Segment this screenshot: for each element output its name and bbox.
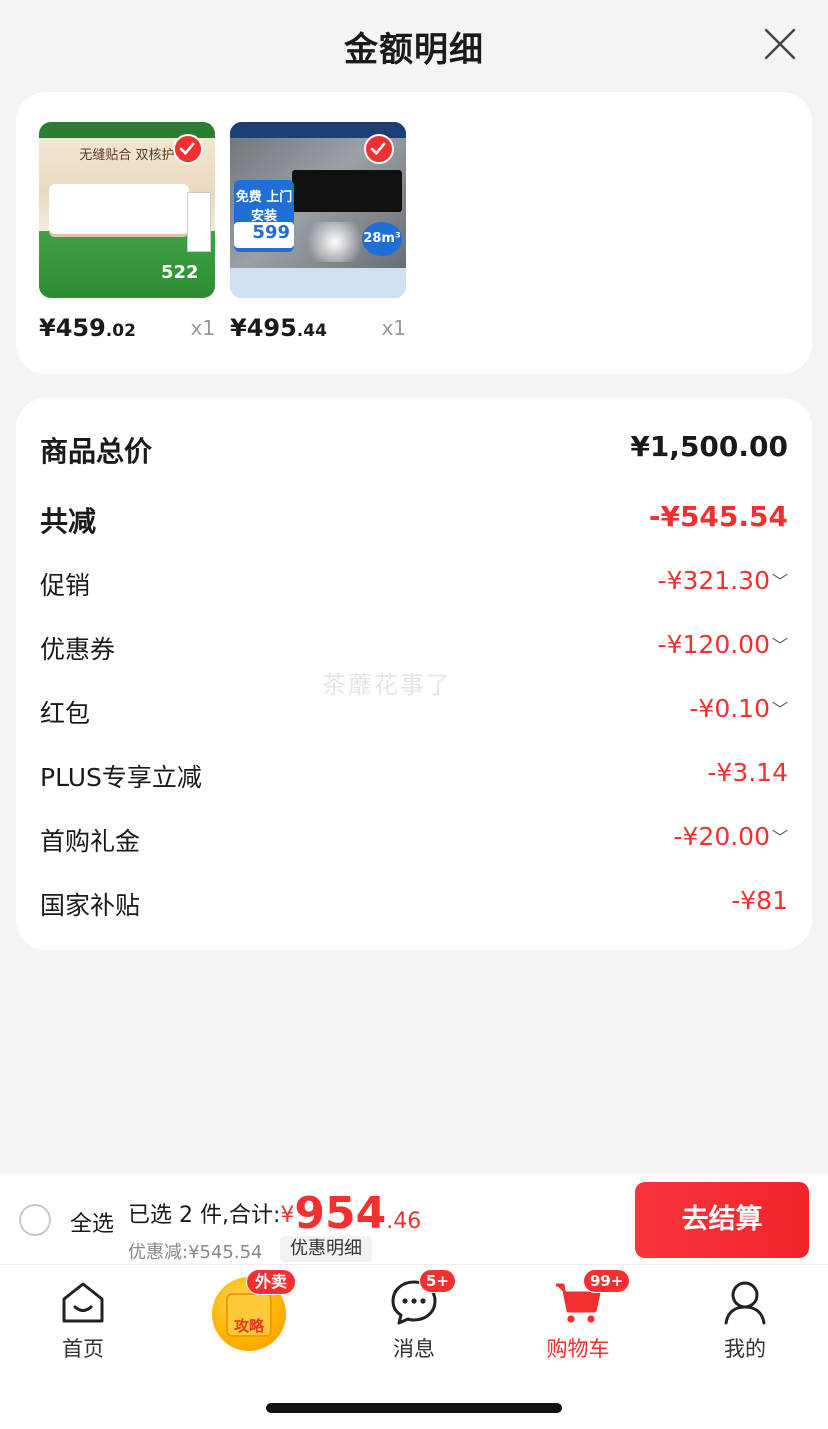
thumbnail-extra: 28m³	[362, 222, 402, 256]
tab-label: 购物车	[546, 1337, 610, 1361]
plus-discount-row: PLUS专享立减 -¥3.14	[40, 758, 788, 798]
promotion-amount: -¥321.30	[657, 566, 770, 595]
price-decimal: .44	[296, 321, 327, 341]
promo-text: 攻略	[233, 1317, 264, 1335]
products-card: 无缝贴合 双核护 522 ¥459.02 x1 免费 上门安装 599 28m³…	[16, 92, 812, 374]
total-reduce-value: -¥545.54	[648, 500, 788, 533]
red-packet-row[interactable]: 红包 -¥0.10 ﹀	[40, 694, 788, 734]
header: 金额明细	[0, 0, 828, 90]
price-main: ¥495	[230, 314, 297, 342]
tab-cart[interactable]: 99+ 购物车	[523, 1269, 633, 1363]
product-thumbnail[interactable]: 无缝贴合 双核护 522	[39, 122, 215, 298]
chevron-down-icon[interactable]: ﹀	[770, 568, 788, 592]
promotion-label: 促销	[40, 571, 91, 600]
tab-label: 我的	[724, 1337, 766, 1361]
steam-image	[300, 222, 370, 262]
home-icon	[58, 1277, 108, 1327]
tab-profile[interactable]: 我的	[690, 1277, 800, 1363]
national-subsidy-row: 国家补贴 -¥81	[40, 886, 788, 926]
tab-messages[interactable]: 5+ 消息	[359, 1269, 469, 1363]
national-subsidy-label: 国家补贴	[40, 891, 141, 920]
promo-tab[interactable]: 攻略 外卖	[212, 1269, 297, 1351]
red-packet-label: 红包	[40, 699, 91, 728]
selected-count: 已选 2 件,合计:	[128, 1203, 281, 1228]
currency-symbol: ¥	[280, 1203, 295, 1228]
national-subsidy-value: -¥81	[731, 886, 788, 915]
select-all-radio[interactable]	[19, 1204, 51, 1236]
price-decimal: .02	[105, 321, 136, 341]
product-price: ¥495.44	[230, 314, 327, 342]
close-icon[interactable]	[760, 24, 800, 64]
cart-badge: 99+	[583, 1269, 631, 1293]
total-price-row: 商品总价 ¥1,500.00	[40, 430, 788, 470]
total-amount: 954	[294, 1188, 387, 1239]
promotion-value: -¥321.30 ﹀	[658, 566, 788, 595]
user-icon	[720, 1277, 770, 1327]
price-main: ¥459	[39, 314, 106, 342]
total-summary: 已选 2 件,合计:¥954.46	[128, 1188, 421, 1239]
chevron-down-icon[interactable]: ﹀	[770, 824, 788, 848]
total-reduce-row: 共减 -¥545.54	[40, 500, 788, 540]
checked-icon	[364, 134, 394, 164]
promo-badge: 外卖	[246, 1269, 297, 1295]
promotion-row[interactable]: 促销 -¥321.30 ﹀	[40, 566, 788, 606]
total-decimal: .46	[386, 1209, 422, 1234]
watermark: 茶蘼花事了	[322, 671, 452, 699]
coupon-value: -¥120.00 ﹀	[658, 630, 788, 659]
message-badge: 5+	[419, 1269, 457, 1293]
product-item[interactable]: 免费 上门安装 599 28m³ ¥495.44 x1	[230, 122, 406, 342]
plus-discount-value: -¥3.14	[707, 758, 788, 787]
thumbnail-strip	[230, 268, 406, 298]
message-icon: 5+	[389, 1269, 457, 1327]
first-purchase-value: -¥20.00 ﹀	[674, 822, 789, 851]
coupon-label: 优惠券	[40, 635, 116, 664]
coupon-row[interactable]: 优惠券 -¥120.00 ﹀	[40, 630, 788, 670]
red-packet-value: -¥0.10 ﹀	[689, 694, 788, 723]
thumbnail-price-list	[187, 192, 211, 252]
first-purchase-label: 首购礼金	[40, 827, 141, 856]
discount-detail-button[interactable]: 优惠明细	[280, 1236, 372, 1262]
product-quantity: x1	[381, 316, 406, 340]
tab-label: 首页	[62, 1337, 104, 1361]
product-item[interactable]: 无缝贴合 双核护 522 ¥459.02 x1	[39, 122, 215, 342]
discount-summary: 优惠减:¥545.54	[128, 1242, 263, 1263]
first-purchase-row[interactable]: 首购礼金 -¥20.00 ﹀	[40, 822, 788, 862]
chevron-down-icon[interactable]: ﹀	[770, 696, 788, 720]
tab-home[interactable]: 首页	[28, 1277, 138, 1363]
total-price-value: ¥1,500.00	[630, 430, 788, 463]
home-indicator	[266, 1403, 562, 1413]
page-title: 金额明细	[344, 30, 484, 70]
chevron-down-icon[interactable]: ﹀	[770, 632, 788, 656]
tab-label: 消息	[393, 1337, 435, 1361]
total-reduce-label: 共减	[40, 505, 97, 538]
checkout-button[interactable]: 去结算	[635, 1182, 809, 1258]
coupon-amount: -¥120.00	[657, 630, 770, 659]
product-quantity: x1	[190, 316, 215, 340]
range-hood-image	[292, 170, 402, 212]
thumbnail-badge: 599	[234, 222, 294, 248]
product-price: ¥459.02	[39, 314, 136, 342]
red-packet-amount: -¥0.10	[689, 694, 770, 723]
plus-discount-label: PLUS专享立减	[40, 763, 202, 792]
product-thumbnail[interactable]: 免费 上门安装 599 28m³	[230, 122, 406, 298]
select-all-label[interactable]: 全选	[70, 1206, 114, 1238]
checked-icon	[173, 134, 203, 164]
thumbnail-badge: 522	[161, 262, 199, 283]
mattress-image	[49, 184, 189, 234]
first-purchase-amount: -¥20.00	[673, 822, 771, 851]
checkout-bar: 全选 已选 2 件,合计:¥954.46 优惠减:¥545.54 优惠明细 去结…	[0, 1174, 828, 1264]
total-price-label: 商品总价	[40, 435, 153, 468]
cart-icon: 99+	[553, 1269, 631, 1327]
